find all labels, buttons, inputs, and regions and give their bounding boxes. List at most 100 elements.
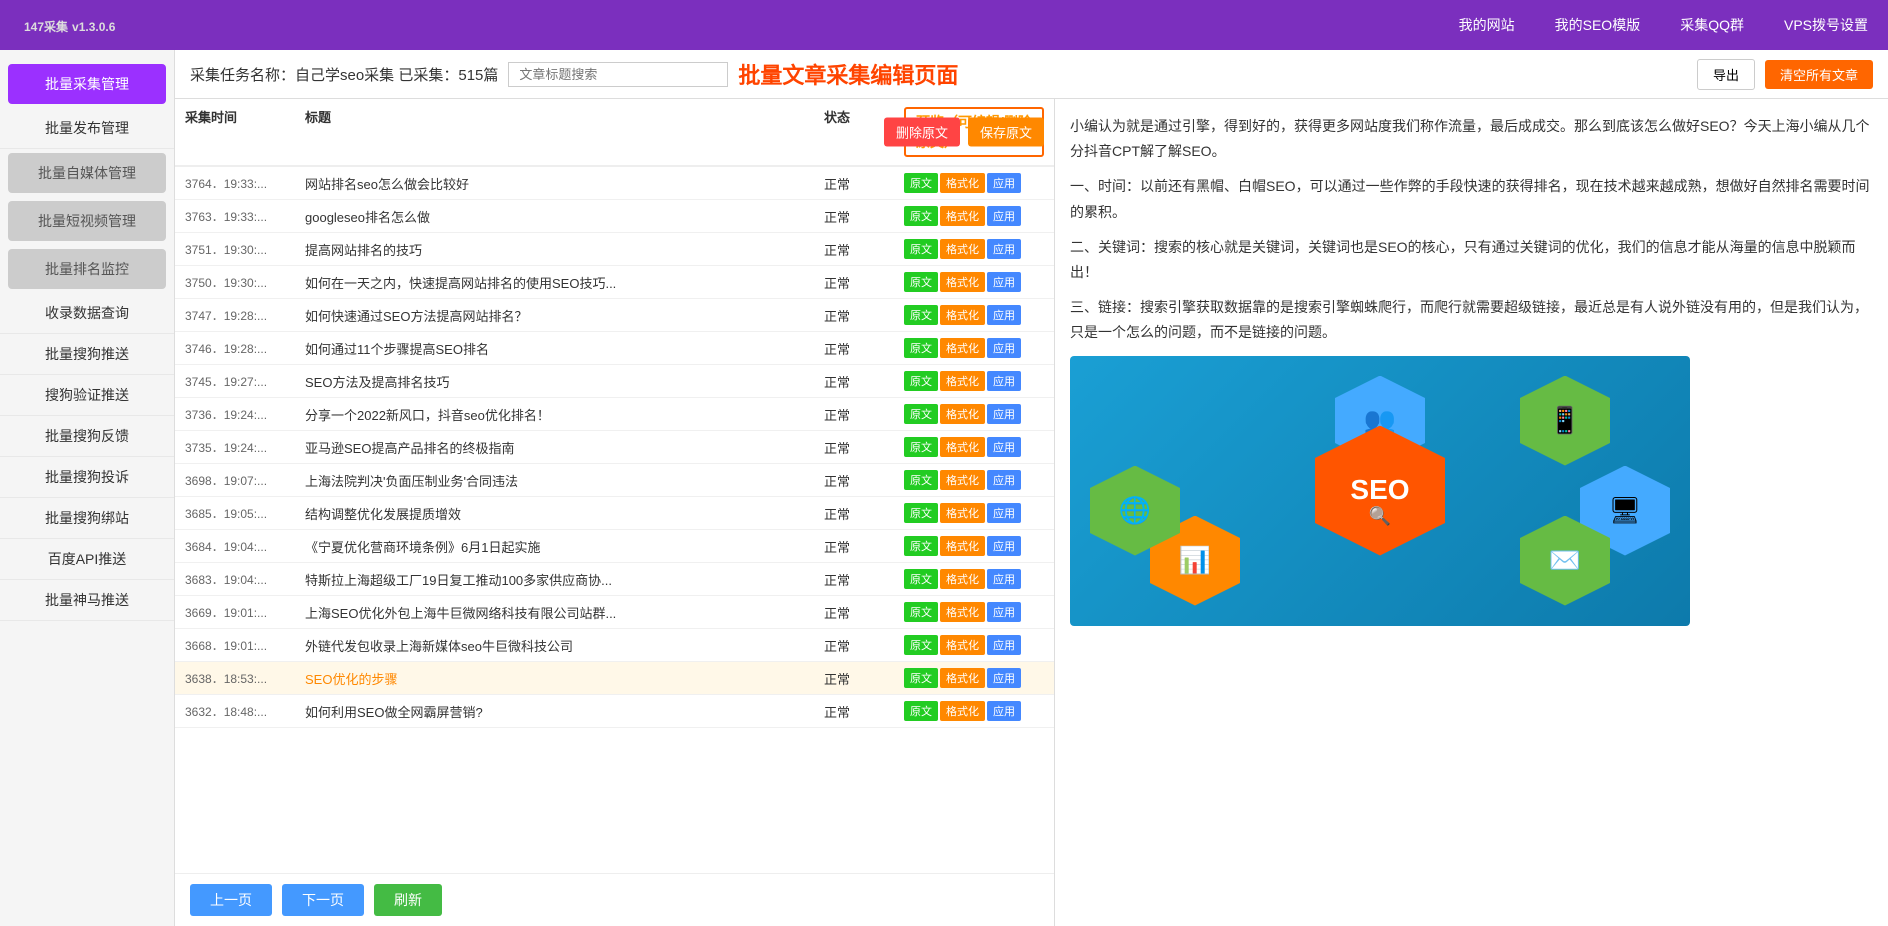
- action-btn-format[interactable]: 格式化: [940, 305, 985, 325]
- action-btn-apply[interactable]: 应用: [987, 470, 1021, 490]
- sidebar-item-batch-rank[interactable]: 批量排名监控: [8, 249, 166, 289]
- action-btn-orig[interactable]: 原文: [904, 272, 938, 292]
- action-btn-orig[interactable]: 原文: [904, 602, 938, 622]
- nav-vps-setting[interactable]: VPS拨号设置: [1784, 15, 1868, 35]
- action-btn-orig[interactable]: 原文: [904, 437, 938, 457]
- action-btn-apply[interactable]: 应用: [987, 206, 1021, 226]
- row-title[interactable]: 特斯拉上海超级工厂19日复工推动100多家供应商协...: [305, 570, 824, 589]
- action-btn-orig[interactable]: 原文: [904, 173, 938, 193]
- action-btn-orig[interactable]: 原文: [904, 206, 938, 226]
- action-btn-apply[interactable]: 应用: [987, 635, 1021, 655]
- sidebar-item-sogou-complaint[interactable]: 批量搜狗投诉: [0, 457, 174, 498]
- sidebar-item-data-query[interactable]: 收录数据查询: [0, 293, 174, 334]
- row-time: 3685．19:05:...: [185, 505, 305, 522]
- row-title[interactable]: 《宁夏优化营商环境条例》6月1日起实施: [305, 537, 824, 556]
- row-status: 正常: [824, 702, 904, 721]
- export-button[interactable]: 导出: [1697, 59, 1755, 90]
- sidebar-item-batch-publish[interactable]: 批量发布管理: [0, 108, 174, 149]
- table-row: 3683．19:04:... 特斯拉上海超级工厂19日复工推动100多家供应商协…: [175, 563, 1054, 596]
- sidebar-item-sogou-push[interactable]: 批量搜狗推送: [0, 334, 174, 375]
- row-title[interactable]: SEO方法及提高排名技巧: [305, 372, 824, 391]
- sidebar-item-baidu-api[interactable]: 百度API推送: [0, 539, 174, 580]
- nav-my-seo[interactable]: 我的SEO模版: [1555, 15, 1641, 35]
- action-btn-orig[interactable]: 原文: [904, 305, 938, 325]
- action-btn-apply[interactable]: 应用: [987, 338, 1021, 358]
- action-btn-orig[interactable]: 原文: [904, 470, 938, 490]
- sidebar-item-batch-collect[interactable]: 批量采集管理: [8, 64, 166, 104]
- sidebar-item-batch-video[interactable]: 批量短视频管理: [8, 201, 166, 241]
- row-title[interactable]: 如何利用SEO做全网霸屏营销?: [305, 702, 824, 721]
- row-title[interactable]: 如何通过11个步骤提高SEO排名: [305, 339, 824, 358]
- row-title[interactable]: 外链代发包收录上海新媒体seo牛巨微科技公司: [305, 636, 824, 655]
- row-title[interactable]: SEO优化的步骤: [305, 669, 824, 688]
- sidebar-item-batch-media[interactable]: 批量自媒体管理: [8, 153, 166, 193]
- row-title[interactable]: 提高网站排名的技巧: [305, 240, 824, 259]
- action-btn-apply[interactable]: 应用: [987, 404, 1021, 424]
- sidebar-item-sogou-feedback[interactable]: 批量搜狗反馈: [0, 416, 174, 457]
- row-title[interactable]: 亚马逊SEO提高产品排名的终极指南: [305, 438, 824, 457]
- action-btn-format[interactable]: 格式化: [940, 668, 985, 688]
- action-btn-orig[interactable]: 原文: [904, 701, 938, 721]
- save-orig-button[interactable]: 保存原文: [968, 118, 1044, 147]
- action-btn-apply[interactable]: 应用: [987, 371, 1021, 391]
- action-btn-format[interactable]: 格式化: [940, 470, 985, 490]
- action-btn-format[interactable]: 格式化: [940, 437, 985, 457]
- action-btn-format[interactable]: 格式化: [940, 272, 985, 292]
- action-btn-format[interactable]: 格式化: [940, 701, 985, 721]
- action-btn-apply[interactable]: 应用: [987, 701, 1021, 721]
- action-btn-format[interactable]: 格式化: [940, 602, 985, 622]
- action-btn-orig[interactable]: 原文: [904, 569, 938, 589]
- row-title[interactable]: 上海法院判决'负面压制业务'合同违法: [305, 471, 824, 490]
- action-btn-format[interactable]: 格式化: [940, 635, 985, 655]
- action-btn-format[interactable]: 格式化: [940, 338, 985, 358]
- action-btn-orig[interactable]: 原文: [904, 536, 938, 556]
- delete-orig-button[interactable]: 删除原文: [884, 118, 960, 147]
- action-btn-orig[interactable]: 原文: [904, 404, 938, 424]
- action-btn-format[interactable]: 格式化: [940, 503, 985, 523]
- sidebar-item-sogou-verify[interactable]: 搜狗验证推送: [0, 375, 174, 416]
- clear-all-button[interactable]: 清空所有文章: [1765, 60, 1873, 89]
- action-btn-apply[interactable]: 应用: [987, 437, 1021, 457]
- action-btn-apply[interactable]: 应用: [987, 536, 1021, 556]
- row-title[interactable]: 如何在一天之内，快速提高网站排名的使用SEO技巧...: [305, 273, 824, 292]
- row-title[interactable]: 分享一个2022新风口，抖音seo优化排名！: [305, 405, 824, 424]
- action-btn-orig[interactable]: 原文: [904, 668, 938, 688]
- action-btn-format[interactable]: 格式化: [940, 239, 985, 259]
- action-btn-apply[interactable]: 应用: [987, 305, 1021, 325]
- action-btn-format[interactable]: 格式化: [940, 371, 985, 391]
- sidebar-item-shenma-push[interactable]: 批量神马推送: [0, 580, 174, 621]
- row-title[interactable]: 如何快速通过SEO方法提高网站排名？: [305, 306, 824, 325]
- row-actions: 原文 格式化 应用: [904, 668, 1044, 688]
- action-btn-format[interactable]: 格式化: [940, 173, 985, 193]
- prev-page-button[interactable]: 上一页: [190, 884, 272, 916]
- action-btn-format[interactable]: 格式化: [940, 569, 985, 589]
- action-btn-apply[interactable]: 应用: [987, 569, 1021, 589]
- action-btn-orig[interactable]: 原文: [904, 503, 938, 523]
- action-btn-orig[interactable]: 原文: [904, 635, 938, 655]
- table-row: 3764．19:33:... 网站排名seo怎么做会比较好 正常 原文 格式化 …: [175, 167, 1054, 200]
- action-btn-apply[interactable]: 应用: [987, 272, 1021, 292]
- action-btn-apply[interactable]: 应用: [987, 503, 1021, 523]
- action-btn-orig[interactable]: 原文: [904, 371, 938, 391]
- next-page-button[interactable]: 下一页: [282, 884, 364, 916]
- search-input[interactable]: [508, 62, 728, 87]
- row-status: 正常: [824, 636, 904, 655]
- nav-my-site[interactable]: 我的网站: [1459, 15, 1515, 35]
- action-btn-apply[interactable]: 应用: [987, 239, 1021, 259]
- action-btn-orig[interactable]: 原文: [904, 338, 938, 358]
- action-btn-format[interactable]: 格式化: [940, 404, 985, 424]
- row-title[interactable]: 结构调整优化发展提质增效: [305, 504, 824, 523]
- table-row: 3750．19:30:... 如何在一天之内，快速提高网站排名的使用SEO技巧.…: [175, 266, 1054, 299]
- action-btn-format[interactable]: 格式化: [940, 206, 985, 226]
- row-title[interactable]: 上海SEO优化外包上海牛巨微网络科技有限公司站群...: [305, 603, 824, 622]
- row-title[interactable]: googleseo排名怎么做: [305, 207, 824, 226]
- action-btn-apply[interactable]: 应用: [987, 668, 1021, 688]
- refresh-button[interactable]: 刷新: [374, 884, 442, 916]
- row-title[interactable]: 网站排名seo怎么做会比较好: [305, 174, 824, 193]
- nav-qq-group[interactable]: 采集QQ群: [1680, 15, 1744, 35]
- action-btn-orig[interactable]: 原文: [904, 239, 938, 259]
- action-btn-apply[interactable]: 应用: [987, 602, 1021, 622]
- sidebar-item-sogou-bind[interactable]: 批量搜狗绑站: [0, 498, 174, 539]
- action-btn-apply[interactable]: 应用: [987, 173, 1021, 193]
- action-btn-format[interactable]: 格式化: [940, 536, 985, 556]
